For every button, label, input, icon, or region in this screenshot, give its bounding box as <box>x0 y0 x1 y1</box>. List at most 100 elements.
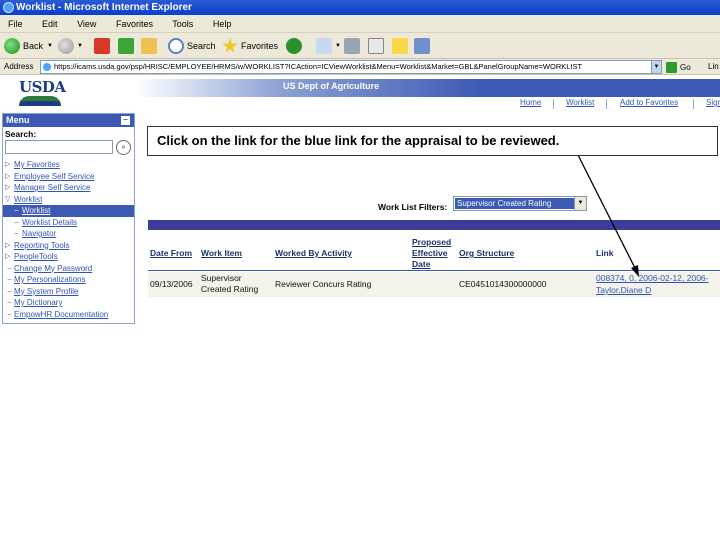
filter-selected-value: Supervisor Created Rating <box>455 198 574 209</box>
menu-item-empowhr-documentation[interactable]: − EmpowHR Documentation <box>3 309 134 321</box>
menu-bar: File Edit View Favorites Tools Help <box>0 15 720 33</box>
add-to-favorites-link[interactable]: Add to Favorites <box>620 98 678 107</box>
menu-item-my-personalizations[interactable]: − My Personalizations <box>3 274 134 286</box>
left-menu: Menu − Search: » ▷ My Favorites ▷ Employee… <box>2 113 135 324</box>
cell-date-from: 09/13/2006 <box>150 279 193 289</box>
column-header-work-item[interactable]: Work Item <box>201 248 242 259</box>
search-button[interactable]: Search <box>168 37 216 55</box>
forward-arrow-icon <box>58 38 74 54</box>
menu-tools[interactable]: Tools <box>172 19 193 29</box>
note-icon <box>392 38 408 54</box>
appraisal-link-employee[interactable]: Taylor,Diane D <box>596 285 651 296</box>
home-button[interactable] <box>141 37 160 55</box>
column-header-worked-by-activity[interactable]: Worked By Activity <box>275 248 352 259</box>
column-header-proposed-effective-date[interactable]: Proposed Effective Date <box>412 237 456 270</box>
address-dropdown-icon[interactable]: ▼ <box>651 60 662 74</box>
media-button[interactable] <box>286 37 305 55</box>
worklist-link[interactable]: Worklist <box>566 98 594 107</box>
back-button[interactable]: Back ▼ <box>4 37 53 55</box>
home-icon <box>141 38 157 54</box>
go-button[interactable]: Go <box>666 60 691 74</box>
menu-search-label: Search: <box>5 129 37 139</box>
menu-item-employee-self-service[interactable]: ▷ Employee Self Service <box>3 171 134 183</box>
menu-item-peopletools[interactable]: ▷ PeopleTools <box>3 251 134 263</box>
discuss-button[interactable] <box>392 37 411 55</box>
search-go-icon[interactable]: » <box>116 140 131 155</box>
refresh-button[interactable] <box>118 37 137 55</box>
menu-edit[interactable]: Edit <box>42 19 58 29</box>
column-header-org-structure[interactable]: Org Structure <box>459 248 514 259</box>
window-title: Worklist - Microsoft Internet Explorer <box>16 2 192 13</box>
menu-search-input[interactable] <box>5 140 113 154</box>
expand-arrow-icon: ▷ <box>5 161 11 168</box>
banner-title: US Dept of Agriculture <box>283 81 380 91</box>
menu-header: Menu − <box>3 114 134 127</box>
home-link[interactable]: Home <box>520 98 541 107</box>
usda-logo-text: USDA <box>19 78 66 96</box>
forward-button[interactable]: ▼ <box>58 37 83 55</box>
menu-item-worklist-folder[interactable]: ▽ Worklist <box>3 194 134 206</box>
mail-button[interactable]: ▼ <box>316 37 341 55</box>
dash-icon: − <box>14 206 19 215</box>
cell-activity: Reviewer Concurs Rating <box>275 279 372 289</box>
menu-item-my-dictionary[interactable]: − My Dictionary <box>3 297 134 309</box>
menu-item-my-system-profile[interactable]: − My System Profile <box>3 286 134 298</box>
work-list-filter-select[interactable]: Supervisor Created Rating ▼ <box>453 196 587 211</box>
media-icon <box>286 38 302 54</box>
header-divider <box>148 270 720 271</box>
links-label[interactable]: Lin <box>708 61 719 73</box>
stop-button[interactable] <box>94 37 113 55</box>
link-separator <box>606 99 607 109</box>
collapse-arrow-icon: ▽ <box>5 195 11 203</box>
menu-view[interactable]: View <box>77 19 96 29</box>
favorites-star-icon <box>222 38 238 53</box>
mail-icon <box>316 38 332 54</box>
sign-out-link[interactable]: Sign <box>706 98 720 107</box>
address-label: Address <box>4 62 34 71</box>
menu-item-navigator[interactable]: − Navigator <box>3 228 134 240</box>
menu-item-manager-self-service[interactable]: ▷ Manager Self Service <box>3 182 134 194</box>
link-separator <box>553 99 554 109</box>
menu-item-reporting-tools[interactable]: ▷ Reporting Tools <box>3 240 134 252</box>
appraisal-link[interactable]: 008374, 0, 2006-02-12, 2006- <box>596 273 720 284</box>
search-icon <box>168 38 184 54</box>
menu-item-my-favorites[interactable]: ▷ My Favorites <box>3 159 134 171</box>
menu-item-change-password[interactable]: − Change My Password <box>3 263 134 275</box>
expand-arrow-icon: ▷ <box>5 184 11 191</box>
dash-icon: − <box>14 229 19 238</box>
cell-work-item: Supervisor Created Rating <box>201 273 259 294</box>
expand-arrow-icon: ▷ <box>5 241 11 249</box>
internet-explorer-icon <box>3 2 14 13</box>
dropdown-arrow-icon[interactable]: ▼ <box>574 197 586 210</box>
menu-item-worklist[interactable]: − Worklist <box>3 205 134 217</box>
edit-page-icon <box>368 38 384 54</box>
menu-item-worklist-details[interactable]: − Worklist Details <box>3 217 134 229</box>
expand-arrow-icon: ▷ <box>5 172 11 180</box>
messenger-button[interactable] <box>414 37 433 55</box>
header-banner <box>135 79 720 97</box>
edit-button[interactable] <box>368 37 387 55</box>
column-header-link: Link <box>596 248 614 258</box>
link-separator <box>693 99 694 109</box>
dash-icon: − <box>7 263 12 273</box>
usda-logo-hills <box>19 96 61 106</box>
minimize-icon[interactable]: − <box>121 116 130 125</box>
grid-header-bar <box>148 220 720 230</box>
menu-title: Menu <box>6 115 30 125</box>
address-input[interactable]: https://icams.usda.gov/psp/HRISC/EMPLOYE… <box>40 60 662 74</box>
instruction-callout: Click on the link for the blue link for … <box>147 126 718 156</box>
column-header-date-from[interactable]: Date From <box>150 248 192 259</box>
cell-org-structure: CE0451014300000000 <box>459 279 547 289</box>
print-button[interactable] <box>344 37 363 55</box>
menu-help[interactable]: Help <box>213 19 232 29</box>
dash-icon: − <box>7 286 12 296</box>
dash-icon: − <box>7 275 12 284</box>
messenger-icon <box>414 38 430 54</box>
refresh-icon <box>118 38 134 54</box>
menu-file[interactable]: File <box>8 19 23 29</box>
go-arrow-icon <box>666 61 677 73</box>
menu-favorites[interactable]: Favorites <box>116 19 153 29</box>
dash-icon: − <box>14 217 19 227</box>
dash-icon: − <box>7 309 12 319</box>
favorites-button[interactable]: Favorites <box>222 37 278 55</box>
